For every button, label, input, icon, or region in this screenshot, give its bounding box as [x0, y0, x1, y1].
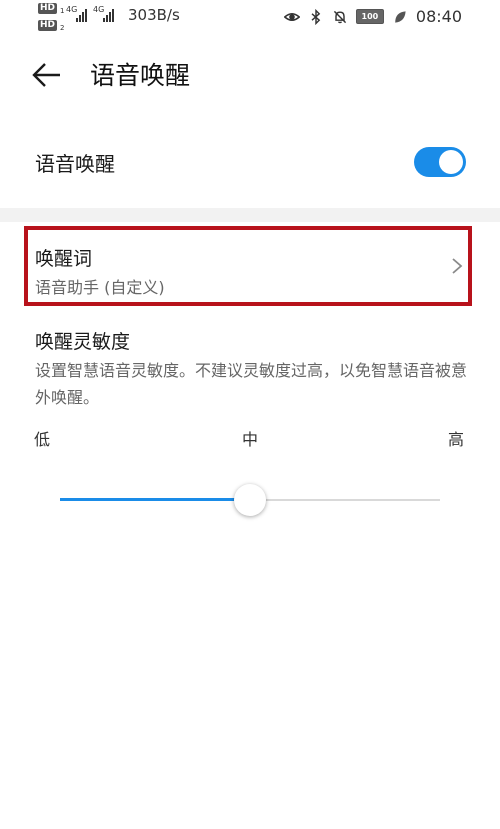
- switch-knob: [439, 150, 463, 174]
- net-type-1: 4G: [66, 5, 78, 14]
- app-header: 语音唤醒: [0, 44, 500, 104]
- sensitivity-slider[interactable]: [60, 484, 440, 518]
- hd1-sub: 1: [60, 7, 65, 15]
- sensitivity-description: 设置智慧语音灵敏度。不建议灵敏度过高，以免智慧语音被意外唤醒。: [35, 361, 468, 407]
- voice-wake-settings-screen: HD 1 HD 2 4G 4G 303B/s 100 08:40 语音唤醒 语音…: [0, 0, 500, 829]
- wake-word-value: 语音助手 (自定义): [35, 278, 165, 297]
- slider-thumb[interactable]: [234, 484, 266, 516]
- network-speed: 303B/s: [128, 6, 180, 24]
- voice-wake-toggle-label: 语音唤醒: [35, 152, 115, 176]
- signal-1: 4G: [66, 5, 87, 22]
- hd2-badge: HD: [38, 20, 58, 31]
- sensitivity-title: 唤醒灵敏度: [35, 331, 131, 353]
- mute-bell-icon: [333, 10, 346, 23]
- level-low-label: 低: [34, 430, 51, 449]
- signal-bars-icon: [103, 8, 114, 22]
- level-high-label: 高: [448, 430, 465, 449]
- signal-2: 4G: [93, 5, 114, 22]
- bluetooth-icon: [311, 8, 321, 25]
- slider-track-fill: [60, 498, 250, 501]
- voice-wake-toggle-row[interactable]: 语音唤醒: [0, 130, 500, 194]
- status-right: 100 08:40: [283, 7, 462, 26]
- back-arrow-icon[interactable]: [30, 58, 64, 92]
- signal-bars-icon: [76, 8, 87, 22]
- clock: 08:40: [415, 7, 462, 26]
- battery-indicator: 100: [355, 9, 384, 24]
- voice-wake-switch[interactable]: [414, 147, 466, 177]
- net-type-2: 4G: [93, 5, 105, 14]
- status-left: 4G 4G 303B/s: [66, 5, 180, 25]
- chevron-right-icon: [452, 258, 463, 274]
- level-mid-label: 中: [242, 430, 259, 449]
- page-title: 语音唤醒: [90, 61, 191, 90]
- wake-word-row[interactable]: 唤醒词 语音助手 (自定义): [0, 222, 500, 306]
- wake-word-title: 唤醒词: [35, 248, 93, 270]
- battery-level: 100: [355, 9, 384, 24]
- hd2-sub: 2: [60, 24, 65, 32]
- section-divider: [0, 208, 500, 222]
- hd1-badge: HD: [38, 3, 58, 14]
- eye-icon: [283, 12, 300, 21]
- leaf-icon: [395, 10, 406, 23]
- status-bar: HD 1 HD 2 4G 4G 303B/s 100 08:40: [0, 0, 500, 36]
